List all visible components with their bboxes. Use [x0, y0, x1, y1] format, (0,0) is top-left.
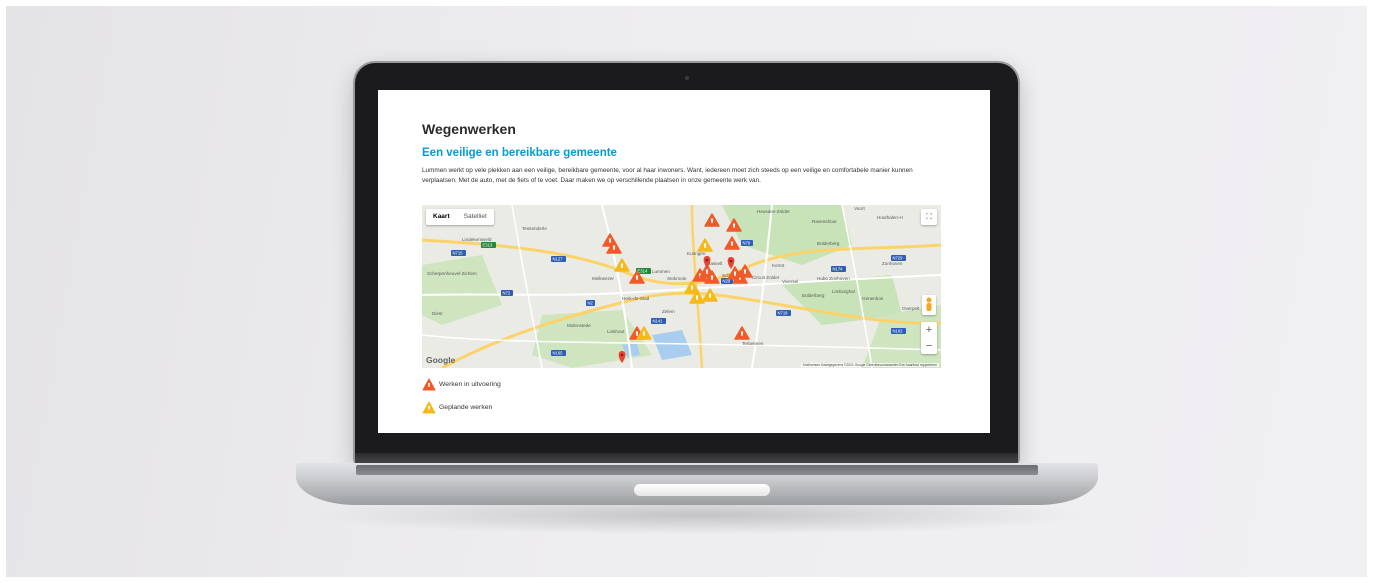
legend-planned-label: Geplande werken: [439, 404, 493, 411]
road-label: N102: [891, 328, 906, 334]
roadwork-in-progress-icon: [422, 378, 436, 391]
svg-text:N72: N72: [503, 290, 511, 295]
map-place-label: Melkwezer: [592, 276, 614, 281]
map-place-label: Circuit Zolder: [752, 275, 780, 280]
trackpad-notch: [634, 484, 770, 496]
road-label: E313: [481, 242, 496, 248]
svg-text:N127: N127: [553, 256, 564, 261]
map-place-label: Diest: [432, 311, 443, 316]
map-canvas[interactable]: Heusden-Zolder Houthalen-H Voort Ravenshout…: [422, 205, 941, 368]
road-label: N165: [551, 350, 566, 356]
google-logo: Google: [426, 355, 456, 365]
tab-satelliet[interactable]: Satelliet: [457, 209, 494, 225]
page-content: Wegenwerken Een veilige en bereikbare ge…: [422, 120, 944, 186]
tab-kaart[interactable]: Kaart: [426, 209, 457, 225]
page-title: Wegenwerken: [422, 121, 516, 137]
map-place-label: Terlaemen: [742, 341, 764, 346]
map-place-label: Molenstede: [567, 323, 591, 328]
map-place-label: Viversel: [782, 279, 798, 284]
laptop-lid: Wegenwerken Een veilige en bereikbare ge…: [355, 63, 1018, 463]
road-label: N715: [451, 250, 466, 256]
map-place-label: Lindekensveld: [462, 237, 492, 242]
laptop-screen: Wegenwerken Een veilige en bereikbare ge…: [378, 90, 990, 433]
map-place-label: Limburghal: [832, 289, 855, 294]
keyboard-edge: [356, 465, 1038, 475]
road-label: N729: [891, 255, 906, 261]
map-place-label: Herk-de-Stad: [622, 296, 650, 301]
zoom-in-button[interactable]: +: [921, 322, 937, 338]
map-place-label: Lummen: [652, 269, 670, 274]
road-label: N76: [741, 240, 753, 246]
svg-text:N715: N715: [453, 250, 464, 255]
map-place-label: Voort: [854, 206, 865, 211]
svg-text:E313: E313: [483, 242, 493, 247]
map-legend: Werken in uitvoering Geplande werken: [422, 376, 501, 422]
map-type-tabs: Kaart Satelliet: [426, 209, 494, 225]
map-place-label: Heusden-Zolder: [757, 209, 790, 214]
map-place-label: Linkhout: [607, 329, 625, 334]
svg-text:N729: N729: [893, 255, 904, 260]
svg-text:N165: N165: [553, 350, 564, 355]
svg-text:N141: N141: [653, 318, 664, 323]
road-label: N127: [551, 256, 566, 262]
road-label: N2: [586, 300, 595, 306]
legend-in-progress-label: Werken in uitvoering: [439, 381, 501, 388]
zoom-out-button[interactable]: −: [921, 338, 937, 354]
fullscreen-icon: ⛶: [926, 212, 932, 221]
map-place-label: Ravenshout: [812, 219, 837, 224]
svg-text:N718: N718: [778, 310, 789, 315]
intro-text: Lummen werkt op vele plekken aan een vei…: [422, 167, 913, 184]
road-label: N72: [501, 290, 513, 296]
fullscreen-button[interactable]: ⛶: [921, 209, 937, 225]
map-place-label: Zonhoven: [882, 261, 903, 266]
road-label: N718: [776, 310, 791, 316]
zoom-control: + −: [921, 322, 937, 354]
svg-text:E314: E314: [638, 268, 648, 273]
page-subtitle: Een veilige en bereikbare gemeente: [422, 147, 617, 159]
svg-text:N102: N102: [893, 328, 904, 333]
map-place-label: Stokrooie: [667, 276, 687, 281]
svg-text:N2: N2: [588, 300, 594, 305]
map-place-label: Overpelt: [902, 306, 920, 311]
street-view-button[interactable]: [922, 295, 936, 315]
laptop-base: [296, 463, 1098, 505]
road-label: N174: [831, 266, 846, 272]
road-label: N141: [651, 318, 666, 324]
legend-planned: Geplande werken: [422, 399, 501, 416]
map-place-label: Hubo Zonhoven: [817, 276, 850, 281]
map-place-label: Genenbos: [862, 296, 884, 301]
map-attribution[interactable]: Sneltoetsen Kaartgegevens ©2021 Google G…: [800, 363, 939, 367]
map-place-label: Zelem: [662, 309, 675, 314]
roadwork-planned-icon: [422, 401, 436, 414]
map-place-label: Scherpenheuvel-Zichem: [427, 271, 477, 276]
map-place-label: Bolderberg: [817, 241, 840, 246]
map-place-label: Houthalen-H: [877, 215, 903, 220]
camera: [685, 76, 689, 80]
map-place-label: Bolderberg: [802, 293, 825, 298]
svg-text:N174: N174: [833, 266, 844, 271]
roadworks-map[interactable]: Heusden-Zolder Houthalen-H Voort Ravenshout…: [422, 205, 941, 368]
pegman-icon: [926, 297, 932, 311]
svg-text:N76: N76: [743, 240, 751, 245]
map-place-label: Kermt: [772, 263, 785, 268]
map-place-label: Tessenderlo: [522, 226, 547, 231]
legend-in-progress: Werken in uitvoering: [422, 376, 501, 393]
